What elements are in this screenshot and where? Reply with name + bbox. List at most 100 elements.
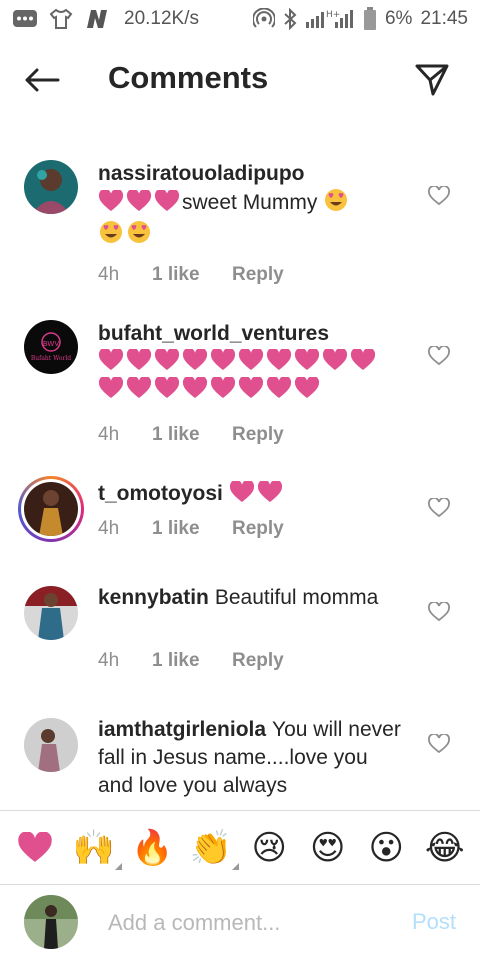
heart-eyes-emoji-button[interactable]: 😍 [306,826,350,870]
heart-emoji-icon [210,377,236,398]
comment-username[interactable]: kennybatin [98,586,209,609]
heart-emoji-icon [210,349,236,370]
heart-eyes-icon: 😍 [310,828,346,868]
laughing-emoji-button[interactable]: 😂 [423,826,467,870]
raised-hands-emoji-button[interactable]: 🙌 [72,826,122,870]
reply-button[interactable]: Reply [232,518,284,540]
avatar[interactable] [24,160,78,214]
heart-emoji-icon [126,349,152,370]
comment-list: nassiratouoladipupo sweet Mummy 4h 1 lik… [0,150,480,810]
comment-likes[interactable]: 1 like [152,264,232,286]
comment-body: bufaht_world_ventures [98,320,408,404]
surprised-emoji-button[interactable]: 😮 [364,826,408,870]
like-heart-icon[interactable] [428,498,450,518]
heart-emoji-icon [154,188,180,220]
heart-emoji-icon [126,377,152,398]
comment-text: Beautiful momma [214,586,379,609]
status-bar: 20.12K/s H+ 6% 21:45 [0,0,480,38]
comment-likes[interactable]: 1 like [152,650,232,672]
heart-emoji-icon [350,349,376,370]
heart-emoji-row [98,377,322,401]
heart-emoji-icon [266,349,292,370]
emoji-quick-bar: 🙌 🔥 👏 😢 😍 😮 😂 [0,812,480,884]
crying-emoji-button[interactable]: 😢 [247,826,291,870]
comment-username[interactable]: t_omotoyosi [98,482,223,505]
back-button[interactable] [22,62,62,98]
clapping-hands-icon: 👏 [189,828,232,868]
heart-emoji-icon [322,349,348,370]
crying-face-icon: 😢 [251,828,287,868]
comment-meta: 4h 1 like Reply [98,264,284,286]
battery-icon [363,7,377,31]
avatar[interactable] [24,718,78,772]
comment-username[interactable]: nassiratouoladipupo [98,162,305,185]
message-icon [12,9,38,29]
comment-body: kennybatin Beautiful momma [98,584,408,612]
comment-username[interactable]: iamthatgirleniola [98,718,266,741]
comment-time: 4h [98,650,120,671]
back-arrow-icon [25,68,60,92]
page-title: Comments [108,60,269,95]
avatar[interactable]: BWV Bufaht World [24,320,78,374]
heart-emoji-icon [98,377,124,398]
laughing-face-icon: 😂 [424,828,465,868]
comment-likes[interactable]: 1 like [152,424,232,446]
heart-emoji-icon [266,377,292,398]
reply-button[interactable]: Reply [232,424,284,446]
like-heart-icon[interactable] [428,346,450,366]
clapping-emoji-button[interactable]: 👏 [189,826,239,870]
heart-emoji-row [98,349,378,373]
send-icon [415,64,449,96]
avatar [24,482,78,536]
comment-body: nassiratouoladipupo sweet Mummy [98,160,408,252]
n-logo-icon [84,8,110,30]
heart-eyes-emoji-icon [126,220,152,252]
battery-level: 6% [384,8,413,29]
svg-text:Bufaht World: Bufaht World [31,355,71,362]
comment-username[interactable]: bufaht_world_ventures [98,322,329,345]
comment-time: 4h [98,424,120,445]
heart-emoji-icon [294,377,320,398]
signal-icon: H+ [305,8,355,30]
svg-text:BWV: BWV [43,340,59,348]
like-heart-icon[interactable] [428,734,450,754]
comment-likes[interactable]: 1 like [152,518,232,540]
comment-time: 4h [98,264,120,285]
story-avatar[interactable] [18,476,84,542]
svg-text:H+: H+ [326,10,340,20]
shirt-icon [48,8,74,30]
comment-body: t_omotoyosi [98,479,408,511]
avatar[interactable] [24,586,78,640]
fire-icon: 🔥 [131,828,174,868]
comment-composer: Post [0,885,480,960]
comment-meta: 4h 1 like Reply [98,424,284,446]
reply-button[interactable]: Reply [232,264,284,286]
heart-emoji-icon [98,188,124,220]
heart-icon [18,832,52,862]
heart-emoji-icon [182,377,208,398]
net-speed: 20.12K/s [124,8,199,29]
post-button[interactable]: Post [412,909,456,935]
fire-emoji-button[interactable]: 🔥 [130,826,174,870]
reply-button[interactable]: Reply [232,650,284,672]
comment-meta: 4h 1 like Reply [98,650,284,672]
clock: 21:45 [420,8,468,29]
comment-body: iamthatgirleniola You will never fall in … [98,716,408,800]
comment-time: 4h [98,518,120,539]
heart-emoji-icon [238,377,264,398]
app-header: Comments [0,52,480,108]
bluetooth-icon [283,8,297,30]
heart-emoji-icon [257,479,283,511]
share-button[interactable] [412,60,452,100]
comment-input[interactable] [108,907,388,939]
heart-emoji-button[interactable] [13,826,57,870]
my-avatar [24,895,78,949]
heart-emoji-icon [126,188,152,220]
heart-emoji-icon [294,349,320,370]
heart-emoji-icon [98,349,124,370]
like-heart-icon[interactable] [428,186,450,206]
like-heart-icon[interactable] [428,602,450,622]
hotspot-icon [252,8,275,30]
heart-emoji-icon [238,349,264,370]
heart-emoji-icon [182,349,208,370]
